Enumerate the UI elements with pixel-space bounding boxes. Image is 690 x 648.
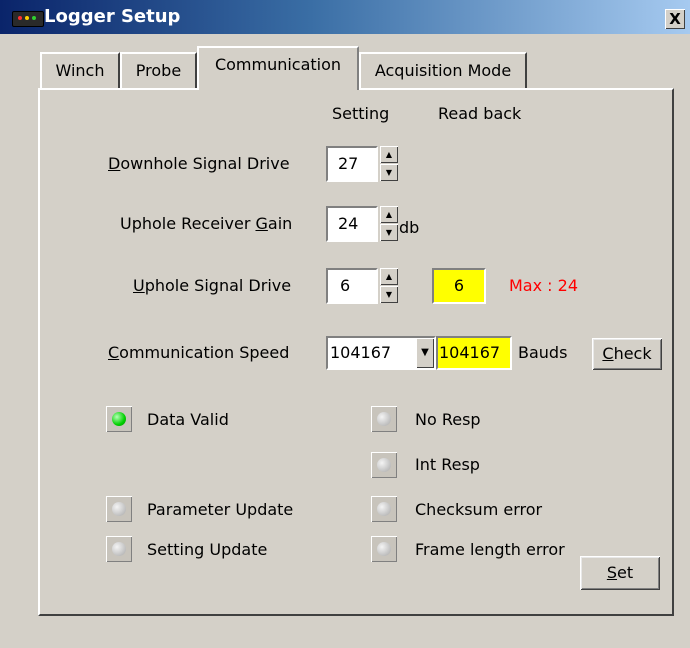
uphole-receiver-gain-input[interactable]: 24 bbox=[326, 206, 378, 242]
spin-up-arrow-icon[interactable]: ▲ bbox=[380, 206, 398, 223]
downhole-signal-drive-input[interactable]: 27 bbox=[326, 146, 378, 182]
readback-column-header: Read back bbox=[438, 104, 522, 123]
int-resp-led-icon bbox=[371, 452, 397, 478]
logger-device-icon bbox=[12, 11, 44, 27]
communication-speed-readback: 104167 bbox=[436, 336, 512, 370]
frame-length-error-led-icon bbox=[371, 536, 397, 562]
data-valid-led-icon bbox=[106, 406, 132, 432]
tab-communication[interactable]: Communication bbox=[197, 46, 359, 90]
communication-speed-value: 104167 bbox=[330, 343, 392, 362]
downhole-signal-drive-spinner[interactable]: ▲ ▼ bbox=[380, 146, 398, 182]
bauds-unit-label: Bauds bbox=[518, 343, 568, 362]
setting-update-label: Setting Update bbox=[147, 540, 268, 559]
parameter-update-led-icon bbox=[106, 496, 132, 522]
tab-winch[interactable]: Winch bbox=[40, 52, 120, 88]
parameter-update-label: Parameter Update bbox=[147, 500, 294, 519]
setting-column-header: Setting bbox=[332, 104, 390, 123]
uphole-signal-drive-spinner[interactable]: ▲ ▼ bbox=[380, 268, 398, 304]
gain-unit-label: db bbox=[399, 218, 420, 237]
uphole-signal-drive-input[interactable]: 6 bbox=[326, 268, 378, 304]
logger-setup-window: Logger Setup X Winch Probe Communication… bbox=[0, 0, 690, 648]
uphole-signal-drive-readback: 6 bbox=[432, 268, 486, 304]
int-resp-label: Int Resp bbox=[415, 455, 480, 474]
communication-panel: Setting Read back Downhole Signal Drive … bbox=[38, 88, 674, 616]
no-resp-label: No Resp bbox=[415, 410, 481, 429]
set-button[interactable]: Set bbox=[580, 556, 660, 590]
max-value-text: Max : 24 bbox=[509, 276, 578, 295]
spin-down-arrow-icon[interactable]: ▼ bbox=[380, 286, 398, 303]
window-title: Logger Setup bbox=[44, 6, 181, 27]
close-button[interactable]: X bbox=[665, 9, 685, 29]
tab-acquisition-mode[interactable]: Acquisition Mode bbox=[359, 52, 527, 88]
setting-update-led-icon bbox=[106, 536, 132, 562]
spin-down-arrow-icon[interactable]: ▼ bbox=[380, 164, 398, 181]
downhole-signal-drive-label: Downhole Signal Drive bbox=[108, 154, 290, 173]
data-valid-label: Data Valid bbox=[147, 410, 229, 429]
communication-speed-label: Communication Speed bbox=[108, 343, 290, 362]
spin-up-arrow-icon[interactable]: ▲ bbox=[380, 146, 398, 163]
uphole-receiver-gain-label: Uphole Receiver Gain bbox=[120, 214, 293, 233]
spin-down-arrow-icon[interactable]: ▼ bbox=[380, 224, 398, 241]
dropdown-arrow-icon[interactable]: ▼ bbox=[416, 338, 434, 368]
uphole-signal-drive-label: Uphole Signal Drive bbox=[133, 276, 292, 295]
check-button[interactable]: Check bbox=[592, 338, 662, 370]
tab-probe[interactable]: Probe bbox=[120, 52, 197, 88]
frame-length-error-label: Frame length error bbox=[415, 540, 565, 559]
title-bar[interactable]: Logger Setup X bbox=[0, 0, 690, 34]
uphole-receiver-gain-spinner[interactable]: ▲ ▼ bbox=[380, 206, 398, 242]
spin-up-arrow-icon[interactable]: ▲ bbox=[380, 268, 398, 285]
checksum-error-label: Checksum error bbox=[415, 500, 543, 519]
no-resp-led-icon bbox=[371, 406, 397, 432]
communication-speed-select[interactable]: 104167 ▼ bbox=[326, 336, 436, 370]
checksum-error-led-icon bbox=[371, 496, 397, 522]
